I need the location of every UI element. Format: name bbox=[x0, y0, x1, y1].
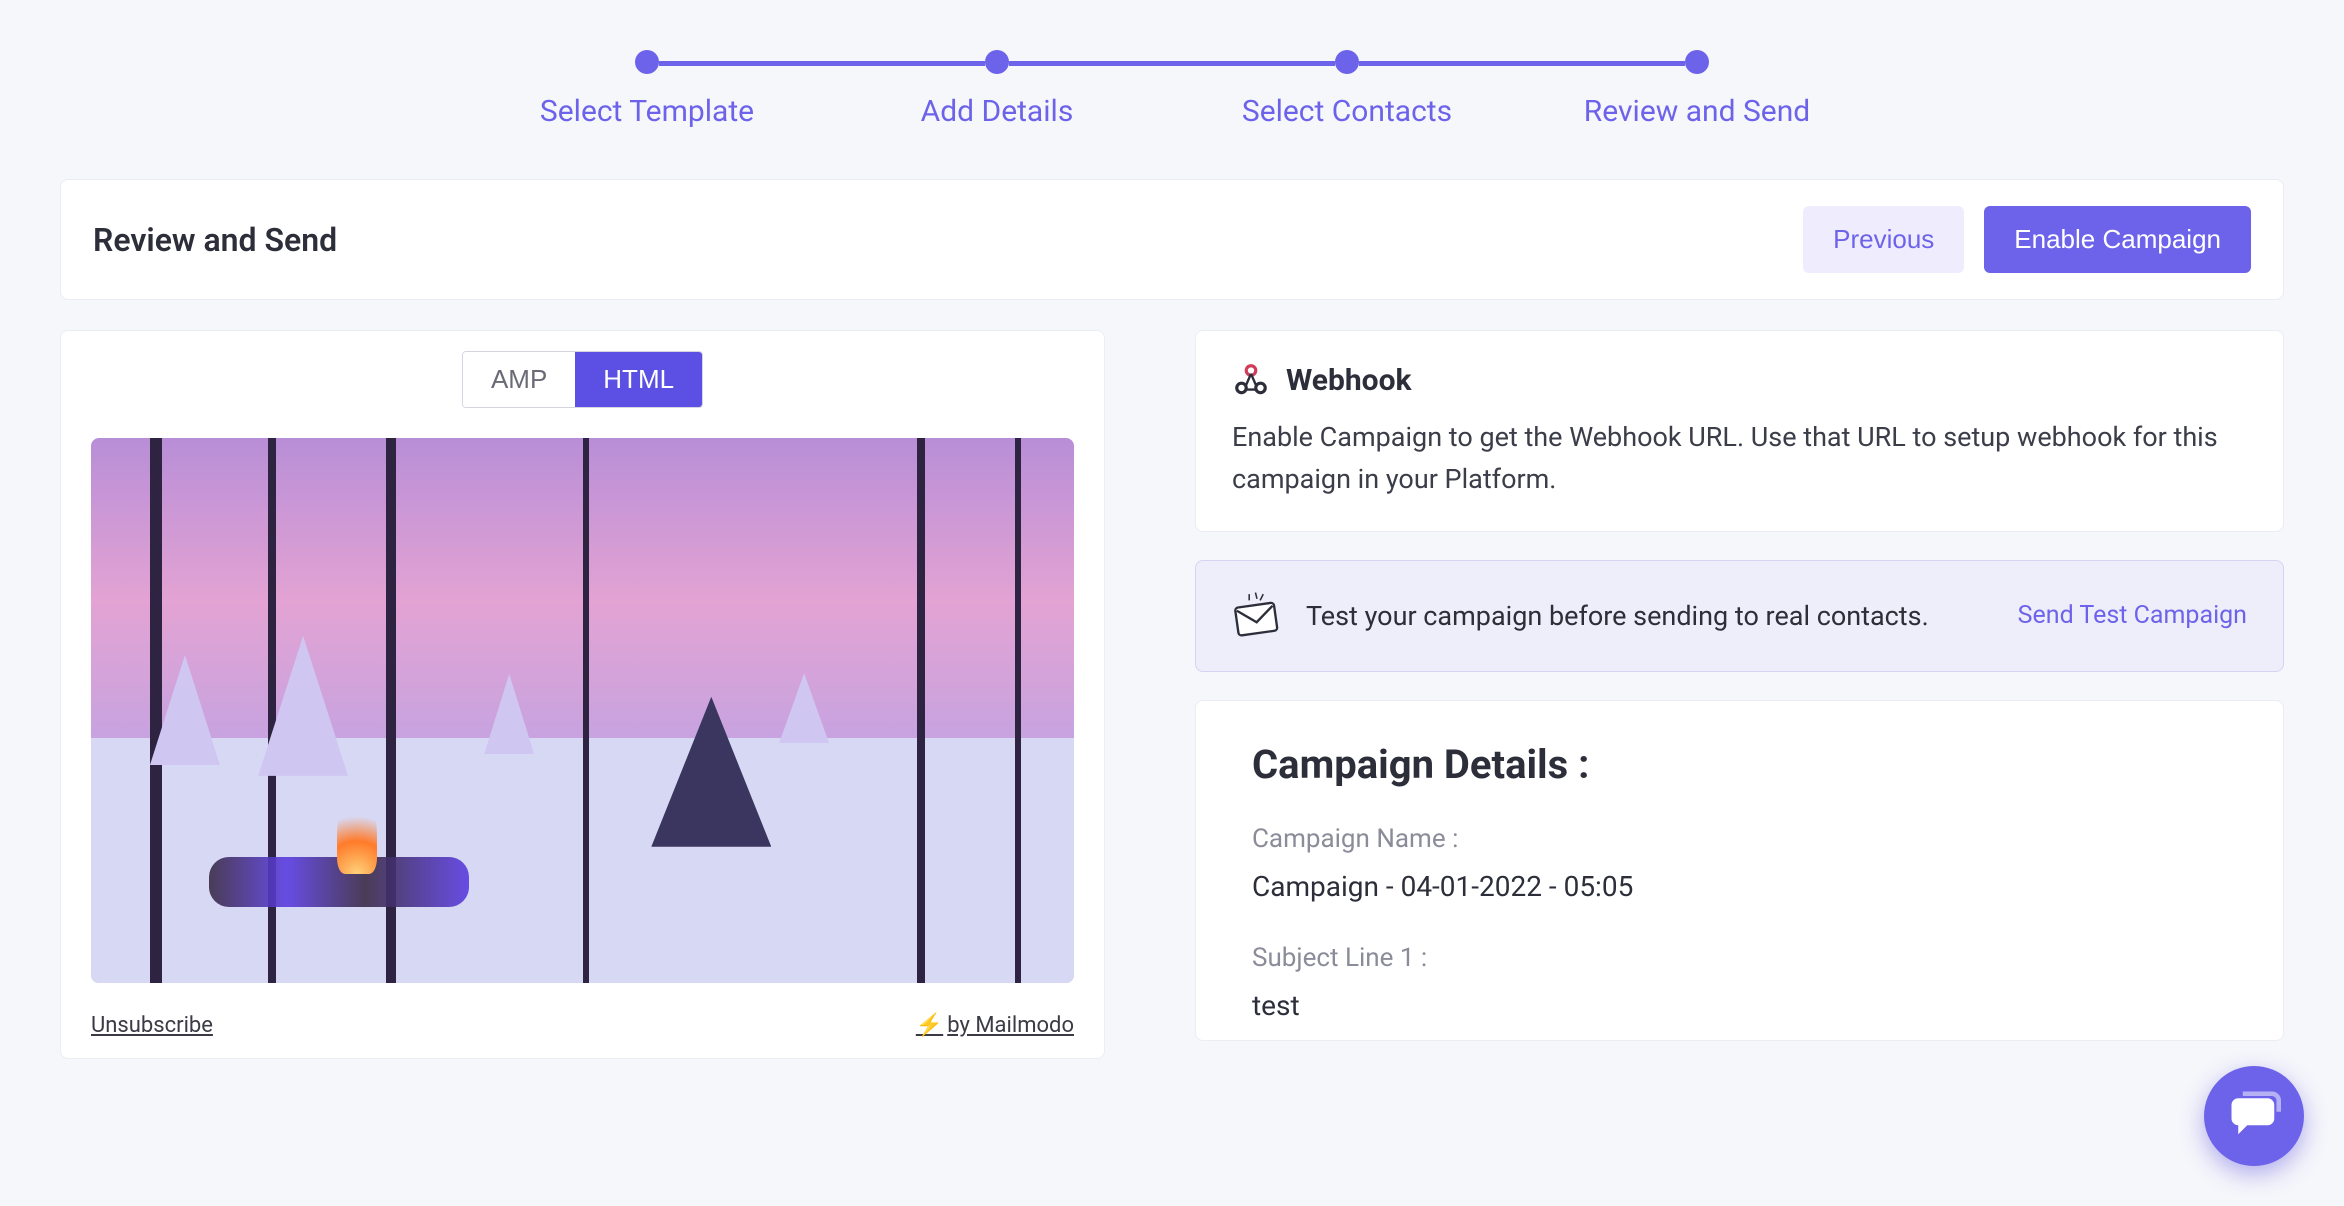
page-title: Review and Send bbox=[93, 221, 337, 259]
step-label: Add Details bbox=[921, 94, 1074, 129]
page-header-card: Review and Send Previous Enable Campaign bbox=[60, 179, 2284, 300]
test-campaign-card: Test your campaign before sending to rea… bbox=[1195, 560, 2284, 672]
webhook-card: Webhook Enable Campaign to get the Webho… bbox=[1195, 330, 2284, 532]
unsubscribe-link[interactable]: Unsubscribe bbox=[91, 1013, 213, 1038]
campaign-details-card: Campaign Details : Campaign Name : Campa… bbox=[1195, 700, 2284, 1041]
enable-campaign-button[interactable]: Enable Campaign bbox=[1984, 206, 2251, 273]
envelope-icon bbox=[1232, 591, 1282, 641]
step-dot-icon bbox=[635, 50, 659, 74]
bolt-icon: ⚡ bbox=[916, 1013, 943, 1038]
email-preview-image bbox=[91, 438, 1074, 983]
webhook-description: Enable Campaign to get the Webhook URL. … bbox=[1232, 417, 2247, 501]
campaign-details-heading: Campaign Details : bbox=[1252, 741, 2227, 788]
chat-fab[interactable] bbox=[2204, 1066, 2304, 1166]
subject-line-value: test bbox=[1252, 989, 2227, 1022]
webhook-icon bbox=[1232, 361, 1270, 399]
test-campaign-message: Test your campaign before sending to rea… bbox=[1306, 600, 1994, 632]
campaign-name-value: Campaign - 04-01-2022 - 05:05 bbox=[1252, 870, 2227, 903]
webhook-title: Webhook bbox=[1286, 363, 1412, 398]
step-connector bbox=[1359, 61, 1685, 66]
step-dot-icon bbox=[985, 50, 1009, 74]
header-actions: Previous Enable Campaign bbox=[1803, 206, 2251, 273]
step-label: Select Template bbox=[540, 94, 754, 129]
step-dot-icon bbox=[1335, 50, 1359, 74]
step-select-template[interactable]: Select Template bbox=[472, 50, 822, 129]
send-test-campaign-link[interactable]: Send Test Campaign bbox=[2018, 601, 2247, 630]
campaign-name-label: Campaign Name : bbox=[1252, 824, 2227, 854]
previous-button[interactable]: Previous bbox=[1803, 206, 1964, 273]
powered-by-link[interactable]: ⚡by Mailmodo bbox=[916, 1013, 1074, 1038]
step-connector bbox=[1009, 61, 1335, 66]
preview-card: AMP HTML Unsubscribe ⚡by Mailmodo bbox=[60, 330, 1105, 1059]
preview-format-toggle: AMP HTML bbox=[61, 351, 1104, 408]
step-connector bbox=[659, 61, 985, 66]
step-label: Review and Send bbox=[1584, 94, 1810, 129]
tab-amp[interactable]: AMP bbox=[463, 352, 575, 407]
stepper: Select Template Add Details Select Conta… bbox=[60, 50, 2284, 129]
chat-bubble-icon bbox=[2227, 1087, 2281, 1145]
step-dot-icon bbox=[1685, 50, 1709, 74]
step-label: Select Contacts bbox=[1242, 94, 1452, 129]
subject-line-label: Subject Line 1 : bbox=[1252, 943, 2227, 973]
tab-html[interactable]: HTML bbox=[575, 352, 702, 407]
brand-text: by Mailmodo bbox=[947, 1013, 1074, 1038]
